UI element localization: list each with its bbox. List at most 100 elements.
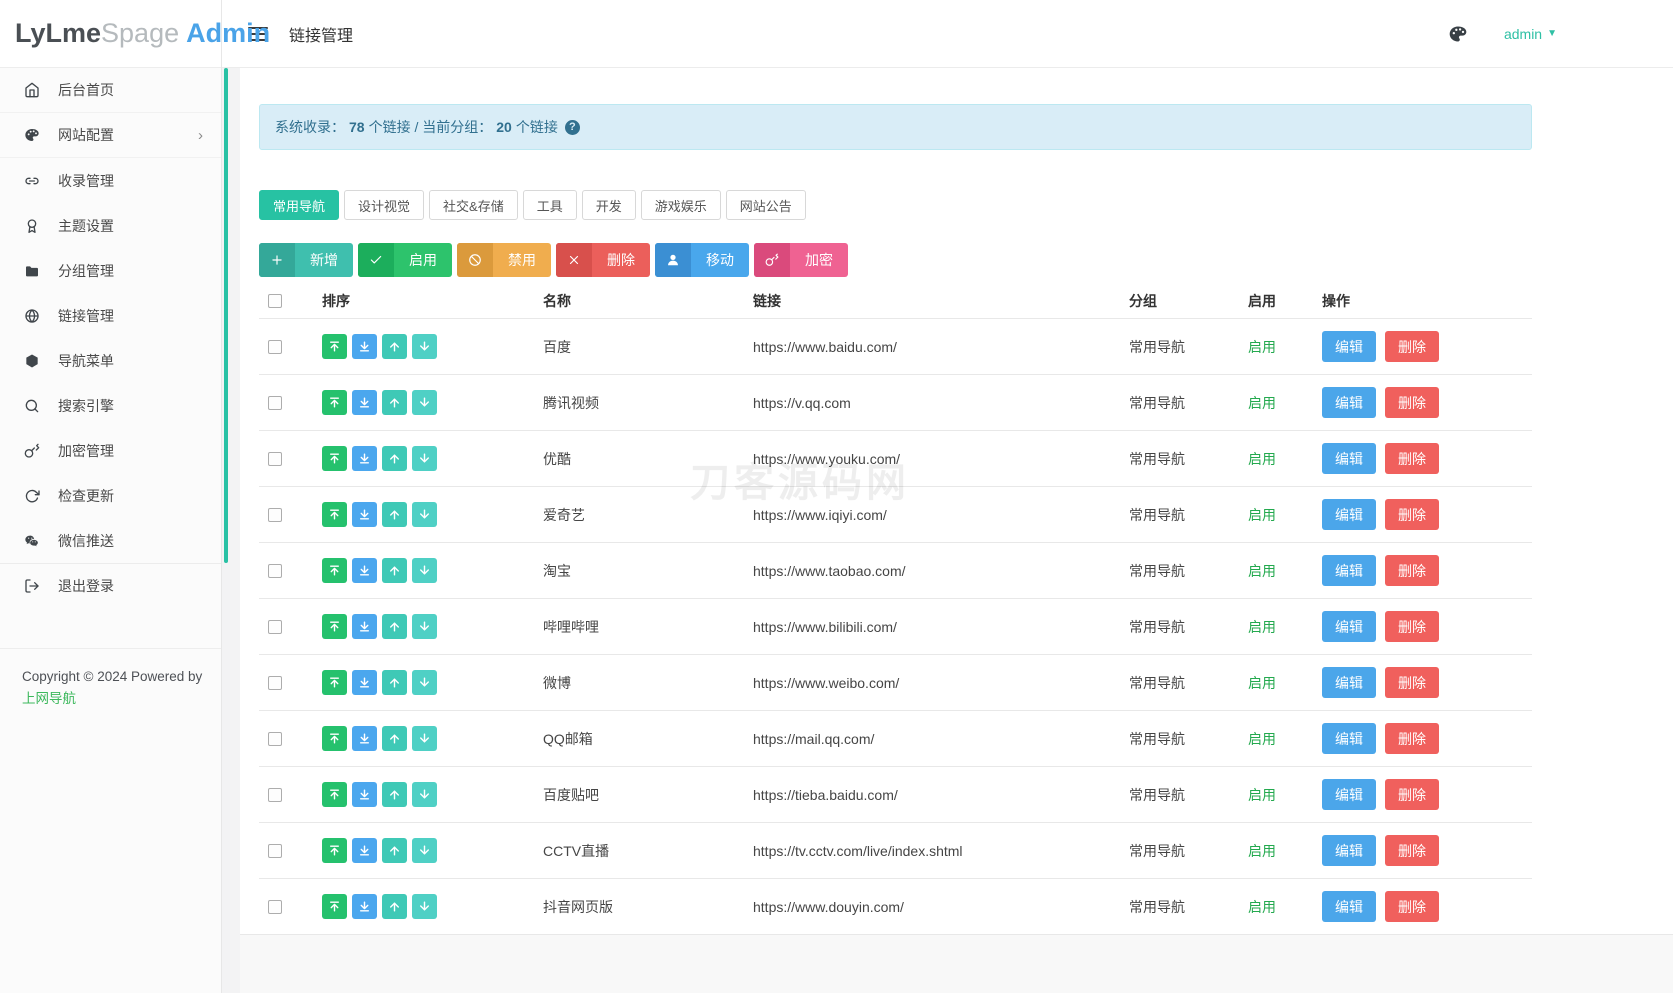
row-checkbox[interactable] (268, 451, 282, 466)
sort-up-button[interactable] (382, 726, 407, 751)
sidebar-item-theme[interactable]: 主题设置 (0, 203, 221, 248)
sort-bottom-button[interactable] (352, 502, 377, 527)
delete-button[interactable]: 删除 (1385, 779, 1439, 810)
sort-down-button[interactable] (412, 894, 437, 919)
sidebar-item-check-update[interactable]: 检查更新 (0, 473, 221, 518)
edit-button[interactable]: 编辑 (1322, 667, 1376, 698)
sidebar-item-collection[interactable]: 收录管理 (0, 158, 221, 203)
sidebar-item-logout[interactable]: 退出登录 (0, 563, 221, 608)
disable-button[interactable]: 禁用 (457, 243, 551, 277)
row-checkbox[interactable] (268, 563, 282, 578)
delete-button[interactable]: 删除 (1385, 499, 1439, 530)
row-checkbox[interactable] (268, 731, 282, 746)
sort-down-button[interactable] (412, 502, 437, 527)
sort-top-button[interactable] (322, 614, 347, 639)
edit-button[interactable]: 编辑 (1322, 891, 1376, 922)
sidebar-item-groups[interactable]: 分组管理 (0, 248, 221, 293)
sort-up-button[interactable] (382, 894, 407, 919)
enable-button[interactable]: 启用 (358, 243, 452, 277)
sort-top-button[interactable] (322, 894, 347, 919)
row-checkbox[interactable] (268, 619, 282, 634)
copyright-link[interactable]: 上网导航 (22, 688, 76, 710)
brand-logo[interactable]: LyLme Spage Admin (0, 0, 270, 68)
sort-top-button[interactable] (322, 446, 347, 471)
sidebar-item-links[interactable]: 链接管理 (0, 293, 221, 338)
edit-button[interactable]: 编辑 (1322, 723, 1376, 754)
sort-top-button[interactable] (322, 782, 347, 807)
tab-design-visual[interactable]: 设计视觉 (344, 190, 425, 220)
sort-bottom-button[interactable] (352, 782, 377, 807)
sidebar-item-encryption[interactable]: 加密管理 (0, 428, 221, 473)
sort-bottom-button[interactable] (352, 390, 377, 415)
delete-button[interactable]: 删除 (1385, 891, 1439, 922)
theme-palette-button[interactable] (1448, 24, 1468, 44)
move-button[interactable]: 移动 (655, 243, 749, 277)
sort-up-button[interactable] (382, 670, 407, 695)
tab-tools[interactable]: 工具 (522, 190, 577, 220)
sort-top-button[interactable] (322, 390, 347, 415)
delete-button[interactable]: 删除 (1385, 555, 1439, 586)
edit-button[interactable]: 编辑 (1322, 779, 1376, 810)
sidebar-item-search-engine[interactable]: 搜索引擎 (0, 383, 221, 428)
sort-down-button[interactable] (412, 446, 437, 471)
delete-button[interactable]: 删除 (1385, 443, 1439, 474)
tab-social-storage[interactable]: 社交&存储 (429, 190, 518, 220)
select-all-checkbox[interactable] (268, 293, 282, 308)
sidebar-item-wechat-push[interactable]: 微信推送 (0, 518, 221, 563)
row-checkbox[interactable] (268, 395, 282, 410)
edit-button[interactable]: 编辑 (1322, 611, 1376, 642)
row-checkbox[interactable] (268, 899, 282, 914)
sort-top-button[interactable] (322, 838, 347, 863)
tab-games[interactable]: 游戏娱乐 (640, 190, 721, 220)
encrypt-button[interactable]: 加密 (754, 243, 848, 277)
sidebar-item-dashboard[interactable]: 后台首页 (0, 68, 221, 113)
row-checkbox[interactable] (268, 339, 282, 354)
sort-bottom-button[interactable] (352, 558, 377, 583)
delete-button[interactable]: 删除 (1385, 835, 1439, 866)
sort-down-button[interactable] (412, 558, 437, 583)
tab-dev[interactable]: 开发 (581, 190, 636, 220)
row-checkbox[interactable] (268, 507, 282, 522)
sort-top-button[interactable] (322, 726, 347, 751)
tab-site-notice[interactable]: 网站公告 (725, 190, 806, 220)
edit-button[interactable]: 编辑 (1322, 835, 1376, 866)
sidebar-item-site-config[interactable]: 网站配置 › (0, 113, 221, 158)
sort-up-button[interactable] (382, 446, 407, 471)
delete-button[interactable]: 删除 (1385, 723, 1439, 754)
tab-common-nav[interactable]: 常用导航 (259, 190, 340, 220)
sort-up-button[interactable] (382, 502, 407, 527)
edit-button[interactable]: 编辑 (1322, 387, 1376, 418)
sort-bottom-button[interactable] (352, 894, 377, 919)
sort-down-button[interactable] (412, 334, 437, 359)
delete-button[interactable]: 删除 (1385, 611, 1439, 642)
sort-up-button[interactable] (382, 558, 407, 583)
edit-button[interactable]: 编辑 (1322, 443, 1376, 474)
sidebar-item-nav-menu[interactable]: 导航菜单 (0, 338, 221, 383)
edit-button[interactable]: 编辑 (1322, 331, 1376, 362)
help-icon[interactable]: ? (564, 119, 580, 135)
sort-down-button[interactable] (412, 614, 437, 639)
sort-bottom-button[interactable] (352, 614, 377, 639)
sidebar-scrollbar[interactable] (224, 68, 228, 563)
sort-bottom-button[interactable] (352, 670, 377, 695)
sort-bottom-button[interactable] (352, 446, 377, 471)
sort-down-button[interactable] (412, 726, 437, 751)
sort-top-button[interactable] (322, 558, 347, 583)
sort-down-button[interactable] (412, 782, 437, 807)
edit-button[interactable]: 编辑 (1322, 555, 1376, 586)
sort-bottom-button[interactable] (352, 334, 377, 359)
sort-up-button[interactable] (382, 614, 407, 639)
sort-top-button[interactable] (322, 334, 347, 359)
delete-button[interactable]: 删除 (556, 243, 650, 277)
sort-down-button[interactable] (412, 670, 437, 695)
delete-button[interactable]: 删除 (1385, 387, 1439, 418)
row-checkbox[interactable] (268, 675, 282, 690)
sort-bottom-button[interactable] (352, 726, 377, 751)
sort-top-button[interactable] (322, 502, 347, 527)
delete-button[interactable]: 删除 (1385, 667, 1439, 698)
sort-up-button[interactable] (382, 838, 407, 863)
row-checkbox[interactable] (268, 787, 282, 802)
sort-up-button[interactable] (382, 334, 407, 359)
sort-up-button[interactable] (382, 390, 407, 415)
edit-button[interactable]: 编辑 (1322, 499, 1376, 530)
